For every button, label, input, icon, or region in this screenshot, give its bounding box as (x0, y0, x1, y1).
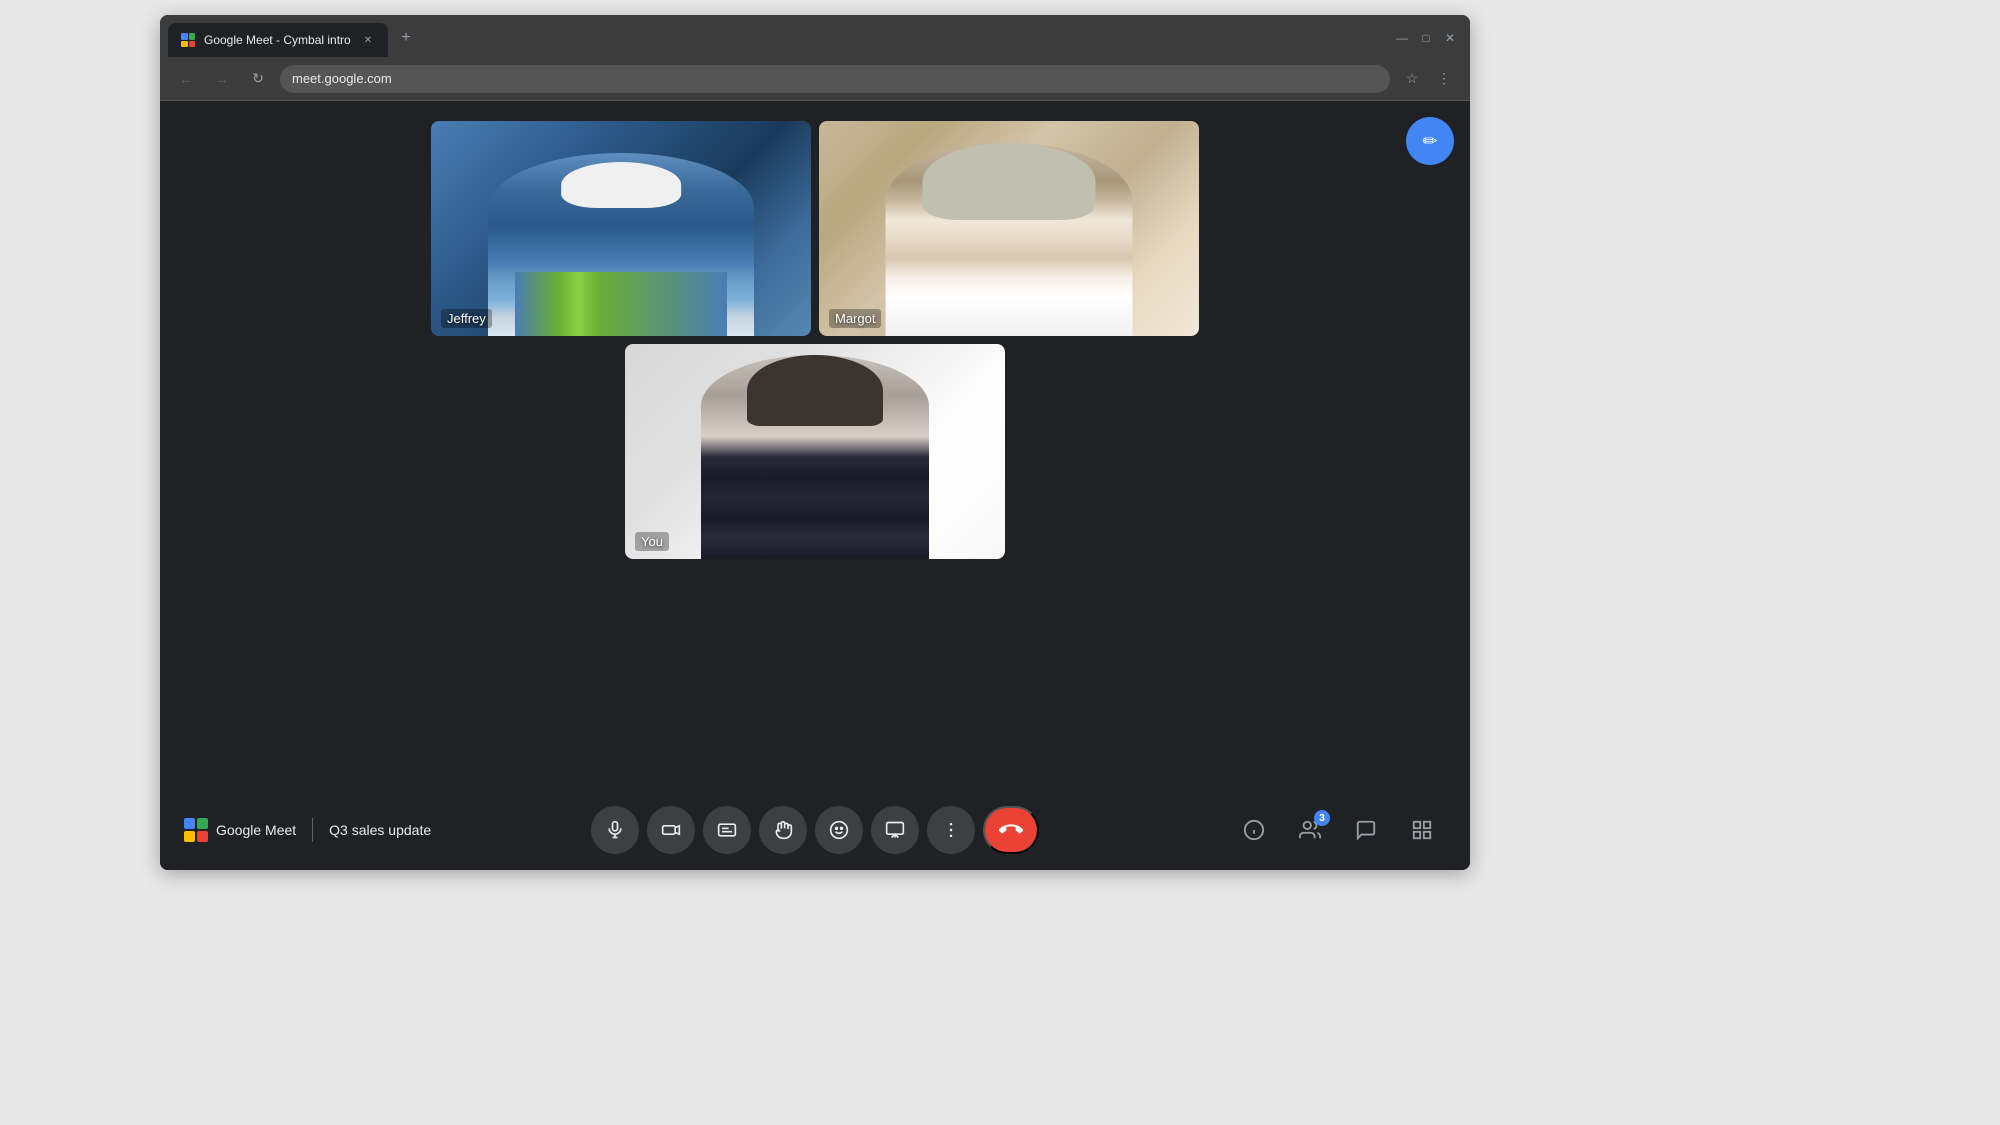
chat-button[interactable] (1342, 806, 1390, 854)
edit-button[interactable]: ✏ (1406, 117, 1454, 165)
bottom-video-row: You (625, 344, 1005, 559)
jeffrey-helmet (561, 162, 681, 208)
camera-button[interactable] (647, 806, 695, 854)
people-count-badge: 3 (1314, 810, 1330, 826)
bookmark-icon: ☆ (1406, 70, 1419, 87)
maximize-button[interactable]: □ (1418, 30, 1434, 46)
toolbar-center-controls (591, 806, 1039, 854)
captions-button[interactable] (703, 806, 751, 854)
participant-tile-you[interactable]: You (625, 344, 1005, 559)
meeting-name: Q3 sales update (329, 822, 431, 838)
edit-pencil-icon: ✏ (1422, 131, 1437, 152)
meet-logo-icon (184, 818, 208, 842)
end-call-button[interactable] (983, 806, 1039, 854)
info-button[interactable] (1230, 806, 1278, 854)
toolbar-divider (312, 818, 313, 842)
browser-window: Google Meet - Cymbal intro ✕ + — □ ✕ ← →… (160, 15, 1470, 870)
desktop-background: Google Meet - Cymbal intro ✕ + — □ ✕ ← →… (0, 0, 2000, 1125)
jeffrey-vest (515, 272, 728, 336)
active-tab[interactable]: Google Meet - Cymbal intro ✕ (168, 23, 388, 57)
tab-bar: Google Meet - Cymbal intro ✕ + (168, 23, 1394, 57)
participant-name-margot: Margot (829, 309, 881, 328)
address-bar[interactable] (280, 65, 1390, 93)
participant-tile-margot[interactable]: Margot (819, 121, 1199, 336)
browser-navbar: ← → ↻ ☆ ⋮ (160, 57, 1470, 101)
bookmark-button[interactable]: ☆ (1398, 65, 1426, 93)
forward-icon: → (215, 71, 229, 87)
participant-video-you (625, 344, 1005, 559)
refresh-button[interactable]: ↻ (244, 65, 272, 93)
close-button[interactable]: ✕ (1442, 30, 1458, 46)
present-button[interactable] (871, 806, 919, 854)
url-input[interactable] (292, 71, 1378, 86)
tab-title: Google Meet - Cymbal intro (204, 33, 352, 47)
raise-hand-button[interactable] (759, 806, 807, 854)
participant-video-margot (819, 121, 1199, 336)
you-figure (701, 355, 929, 559)
top-video-row: Jeffrey Margot (431, 121, 1199, 336)
activities-button[interactable] (1398, 806, 1446, 854)
meet-content-area: ✏ Jeffrey (160, 101, 1470, 870)
participant-video-jeffrey (431, 121, 811, 336)
margot-figure (886, 143, 1133, 337)
meet-logo-group: Google Meet (184, 818, 296, 842)
meet-toolbar: Google Meet Q3 sales update (160, 790, 1470, 870)
meet-favicon-icon (181, 33, 195, 47)
jeffrey-figure (488, 153, 754, 336)
mic-button[interactable] (591, 806, 639, 854)
back-button[interactable]: ← (172, 65, 200, 93)
participant-name-you: You (635, 532, 669, 551)
margot-hair (923, 143, 1096, 220)
video-grid: Jeffrey Margot (180, 121, 1450, 559)
new-tab-button[interactable]: + (392, 24, 420, 52)
tab-close-button[interactable]: ✕ (360, 32, 376, 48)
nav-icons: ☆ ⋮ (1398, 65, 1458, 93)
browser-menu-icon: ⋮ (1437, 70, 1451, 87)
you-hair (747, 355, 884, 426)
participant-tile-jeffrey[interactable]: Jeffrey (431, 121, 811, 336)
refresh-icon: ↻ (252, 70, 264, 87)
browser-titlebar: Google Meet - Cymbal intro ✕ + — □ ✕ (160, 15, 1470, 57)
forward-button[interactable]: → (208, 65, 236, 93)
participant-name-jeffrey: Jeffrey (441, 309, 492, 328)
back-icon: ← (179, 71, 193, 87)
emoji-button[interactable] (815, 806, 863, 854)
tab-favicon (180, 32, 196, 48)
minimize-button[interactable]: — (1394, 30, 1410, 46)
browser-menu-button[interactable]: ⋮ (1430, 65, 1458, 93)
toolbar-right-section: 3 (1230, 806, 1446, 854)
meet-logo-text: Google Meet (216, 822, 296, 838)
more-options-button[interactable] (927, 806, 975, 854)
window-controls: — □ ✕ (1394, 23, 1462, 57)
people-button[interactable]: 3 (1286, 806, 1334, 854)
